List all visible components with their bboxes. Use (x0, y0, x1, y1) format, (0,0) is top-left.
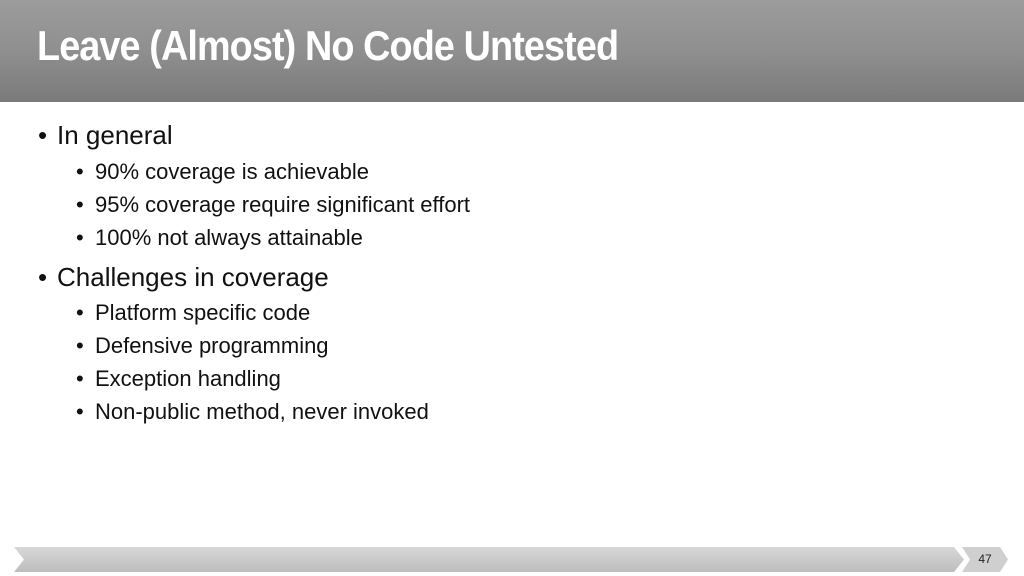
bullet-text: 95% coverage require significant effort (95, 192, 471, 217)
title-bar: Leave (Almost) No Code Untested (0, 0, 1024, 102)
bullet-level1: • Challenges in coverage (38, 262, 329, 293)
bullet-text: 100% not always attainable (95, 225, 363, 250)
bullet-level2: • 95% coverage require significant effort (76, 192, 470, 218)
bullet-text: Platform specific code (95, 300, 311, 325)
bullet-level2: • Non-public method, never invoked (76, 399, 429, 425)
bullet-level2: • Platform specific code (76, 300, 310, 326)
bullet-text: In general (57, 120, 173, 150)
bullet-text: Defensive programming (95, 333, 329, 358)
bullet-icon: • (76, 225, 84, 250)
bullet-level2: • 90% coverage is achievable (76, 159, 369, 185)
bullet-text: Non-public method, never invoked (95, 399, 429, 424)
bullet-icon: • (76, 366, 84, 391)
bullet-icon: • (38, 262, 48, 292)
bullet-icon: • (76, 300, 84, 325)
page-number: 47 (978, 552, 992, 566)
bullet-text: Exception handling (95, 366, 281, 391)
bullet-text: Challenges in coverage (57, 262, 329, 292)
slide-title: Leave (Almost) No Code Untested (37, 22, 619, 69)
bullet-icon: • (76, 333, 84, 358)
bullet-level1: • In general (38, 120, 173, 151)
bullet-icon: • (76, 159, 84, 184)
bullet-icon: • (76, 399, 84, 424)
bullet-icon: • (38, 120, 48, 150)
footer-arrow-bar (14, 547, 964, 572)
bullet-icon: • (76, 192, 84, 217)
bullet-level2: • 100% not always attainable (76, 225, 363, 251)
bullet-level2: • Exception handling (76, 366, 281, 392)
bullet-level2: • Defensive programming (76, 333, 329, 359)
bullet-text: 90% coverage is achievable (95, 159, 369, 184)
